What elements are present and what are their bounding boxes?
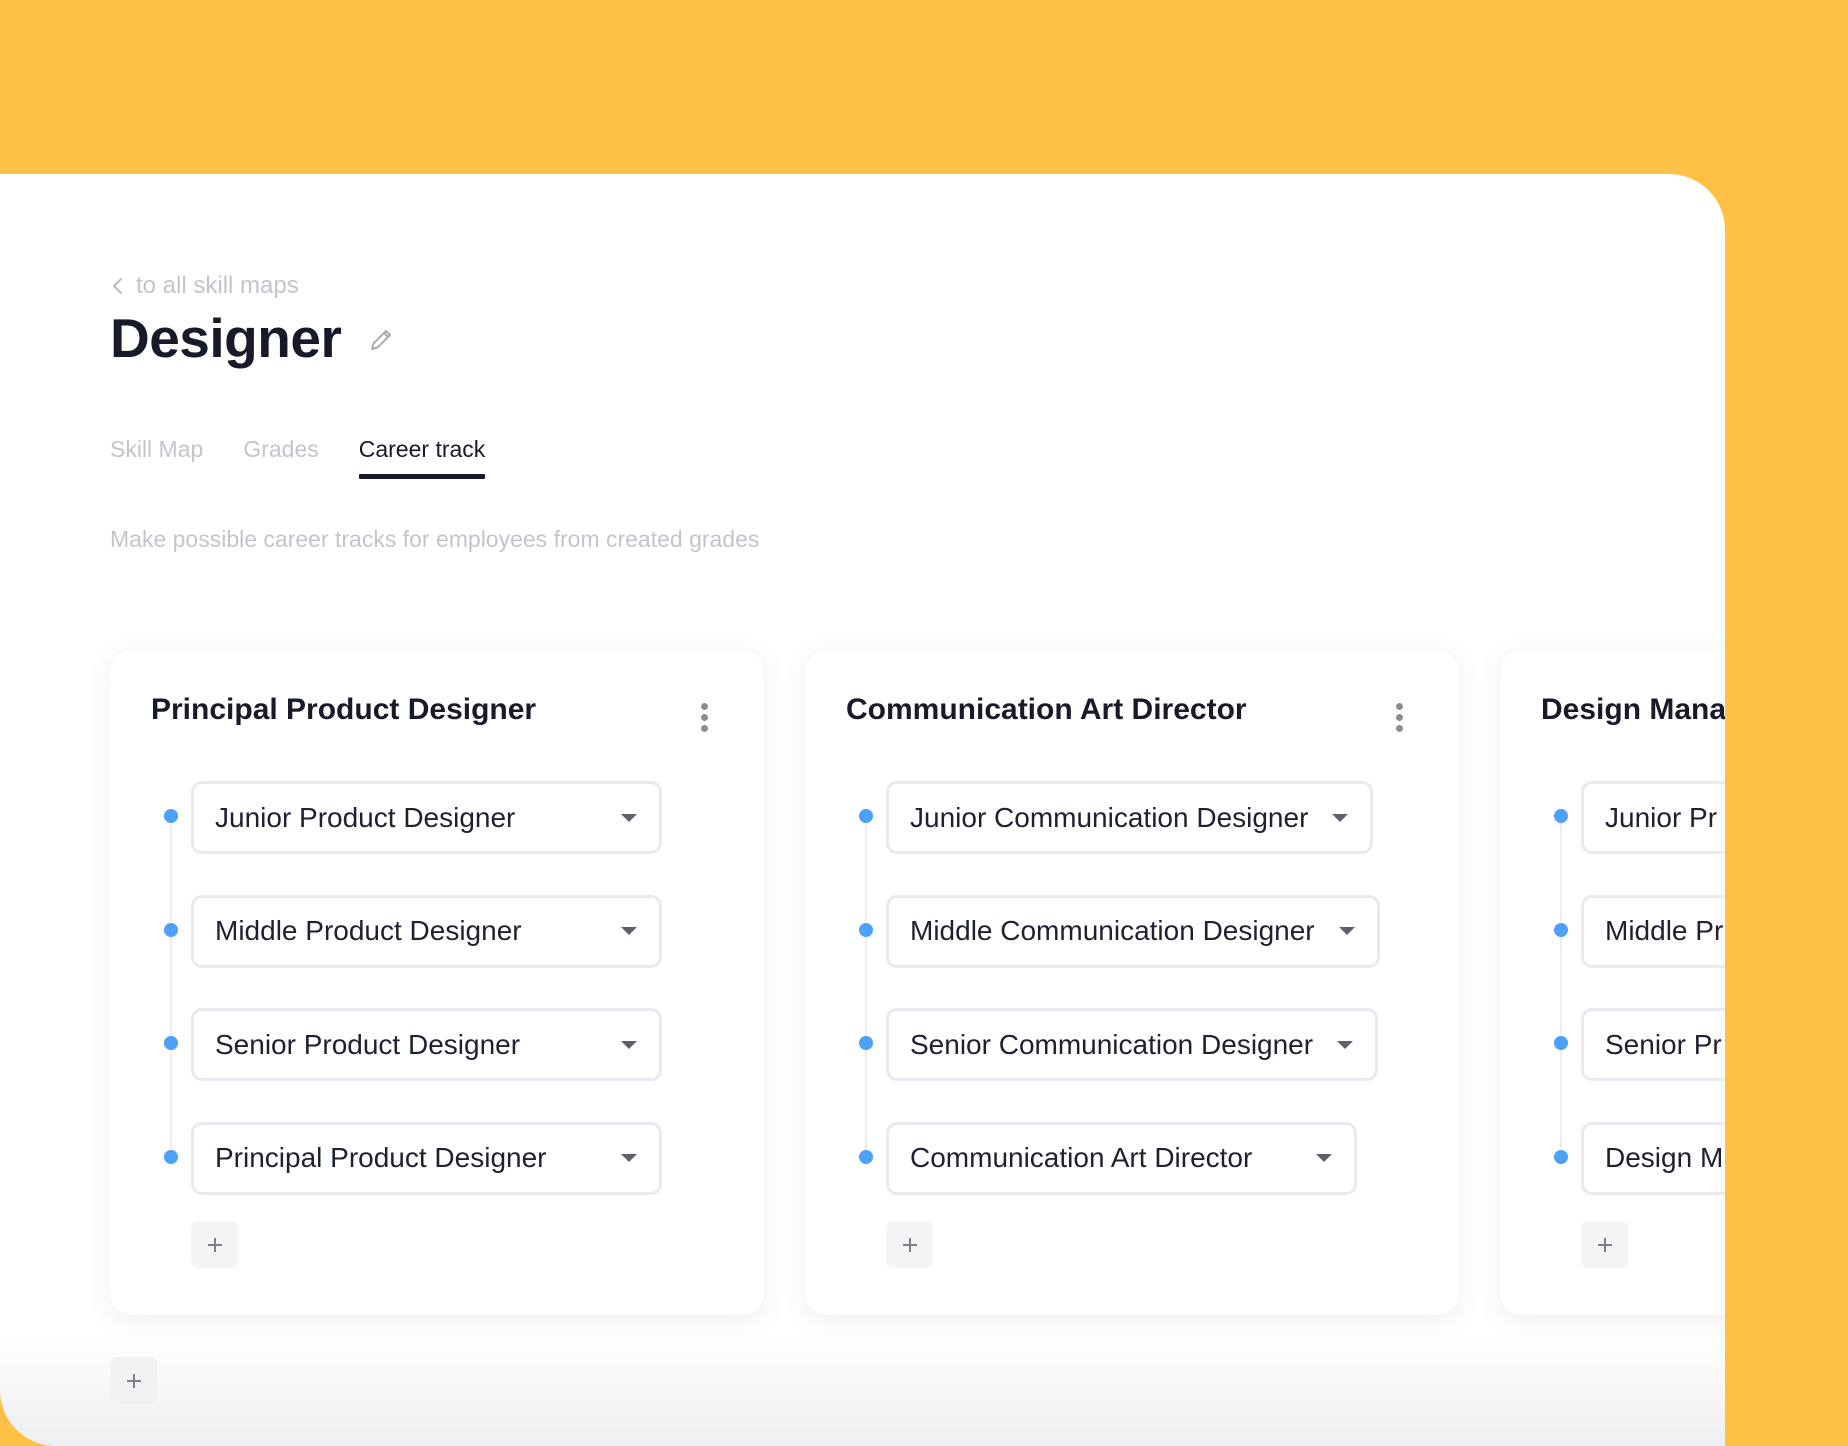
grade-select-value: Junior Product Designer [215, 801, 516, 833]
track-menu-button[interactable] [1387, 697, 1411, 737]
grade-select-value: Middle Communication Designer [910, 915, 1315, 946]
step-dot-icon [859, 1149, 873, 1164]
track-grades: Junior Communication Designer Middle Com… [857, 781, 1380, 1235]
add-career-track-button[interactable] [110, 1357, 157, 1404]
caret-down-icon [1316, 1154, 1332, 1162]
track-title: Design Mana [1541, 693, 1725, 726]
career-track-card: Principal Product Designer Junior Produc… [110, 649, 764, 1315]
add-grade-button[interactable] [886, 1221, 933, 1268]
grade-select[interactable]: Senior Pr [1581, 1008, 1725, 1081]
grade-step: Junior Pr [1552, 781, 1725, 922]
grade-step: Junior Communication Designer [857, 781, 1380, 922]
track-grades: Junior Product Designer Middle Product D… [162, 781, 662, 1235]
grade-step: Middle Communication Designer [857, 894, 1380, 1036]
grade-select[interactable]: Junior Communication Designer [886, 781, 1374, 854]
caret-down-icon [1338, 927, 1355, 935]
tab-bar: Skill Map Grades Career track [110, 436, 485, 479]
grade-select-value: Junior Pr [1605, 801, 1718, 833]
track-grades: Junior Pr Middle Pr Senior Pr Design M [1552, 781, 1725, 1235]
track-menu-button[interactable] [692, 697, 716, 737]
step-dot-icon [1554, 1149, 1568, 1164]
grade-step: Middle Pr [1552, 894, 1725, 1036]
career-tracks-list: Principal Product Designer Junior Produc… [110, 649, 1725, 1315]
kebab-dot [700, 713, 708, 721]
kebab-dot [700, 702, 708, 710]
kebab-dot [1395, 702, 1403, 710]
plus-icon [207, 1237, 222, 1252]
title-row: Designer [110, 306, 397, 370]
chevron-left-icon [113, 278, 122, 294]
tab-skill-map[interactable]: Skill Map [110, 436, 203, 479]
grade-step: Senior Communication Designer [857, 1008, 1380, 1149]
grade-select[interactable]: Senior Product Designer [191, 1008, 662, 1081]
plus-icon [1597, 1237, 1612, 1252]
breadcrumb-label: to all skill maps [136, 272, 299, 299]
grade-select[interactable]: Middle Pr [1581, 894, 1725, 968]
add-grade-button[interactable] [191, 1221, 238, 1268]
grade-select-value: Senior Communication Designer [910, 1028, 1314, 1060]
grade-select-value: Middle Pr [1605, 915, 1724, 946]
back-to-skill-maps-link[interactable]: to all skill maps [110, 272, 299, 300]
grade-select-value: Communication Art Director [910, 1142, 1253, 1173]
grade-step: Junior Product Designer [162, 781, 662, 922]
step-dot-icon [859, 809, 873, 823]
caret-down-icon [1337, 1040, 1354, 1049]
grade-select[interactable]: Junior Pr [1581, 781, 1725, 854]
plus-icon [902, 1237, 917, 1252]
grade-step: Communication Art Director [857, 1121, 1380, 1236]
grade-select-value: Principal Product Designer [215, 1142, 547, 1173]
grade-select[interactable]: Senior Communication Designer [886, 1008, 1379, 1081]
grade-step: Senior Pr [1552, 1008, 1725, 1149]
grade-select[interactable]: Design M [1581, 1121, 1725, 1195]
step-dot-icon [1554, 1036, 1568, 1050]
step-dot-icon [164, 1149, 178, 1164]
step-dot-icon [859, 1036, 873, 1050]
edit-title-button[interactable] [365, 324, 397, 356]
grade-select-value: Senior Pr [1605, 1028, 1722, 1060]
page-description: Make possible career tracks for employee… [110, 526, 760, 552]
career-track-card: Design Mana Junior Pr Middle Pr Senior P… [1500, 649, 1725, 1315]
page-title: Designer [110, 307, 342, 369]
plus-icon [126, 1373, 141, 1388]
kebab-dot [1395, 713, 1403, 721]
add-grade-button[interactable] [1581, 1221, 1628, 1268]
caret-down-icon [621, 1154, 637, 1162]
kebab-dot [1395, 724, 1403, 732]
grade-select[interactable]: Principal Product Designer [191, 1121, 662, 1195]
main-panel: to all skill maps Designer Skill Map Gra… [0, 174, 1725, 1446]
tab-career-track[interactable]: Career track [358, 436, 485, 479]
career-track-card: Communication Art Director Junior Commun… [805, 649, 1459, 1315]
pencil-icon [371, 330, 392, 350]
grade-select-value: Junior Communication Designer [910, 801, 1309, 833]
step-dot-icon [164, 922, 178, 937]
track-title: Communication Art Director [846, 693, 1247, 726]
grade-select[interactable]: Communication Art Director [886, 1121, 1357, 1195]
grade-select[interactable]: Middle Communication Designer [886, 894, 1380, 968]
caret-down-icon [621, 1040, 637, 1049]
grade-select-value: Design M [1605, 1142, 1724, 1173]
step-dot-icon [164, 1036, 178, 1050]
grade-select-value: Senior Product Designer [215, 1028, 521, 1060]
grade-select[interactable]: Junior Product Designer [191, 781, 662, 854]
step-dot-icon [1554, 809, 1568, 823]
caret-down-icon [621, 813, 637, 822]
grade-select-value: Middle Product Designer [215, 915, 522, 946]
step-dot-icon [859, 922, 873, 937]
caret-down-icon [1332, 813, 1349, 822]
step-dot-icon [1554, 922, 1568, 937]
track-title: Principal Product Designer [151, 693, 537, 726]
step-dot-icon [164, 809, 178, 823]
grade-step: Middle Product Designer [162, 894, 662, 1036]
caret-down-icon [621, 927, 637, 935]
tab-grades[interactable]: Grades [243, 436, 318, 479]
kebab-dot [700, 724, 708, 732]
grade-step: Principal Product Designer [162, 1121, 662, 1236]
grade-step: Design M [1552, 1121, 1725, 1236]
grade-select[interactable]: Middle Product Designer [191, 894, 662, 968]
grade-step: Senior Product Designer [162, 1008, 662, 1149]
